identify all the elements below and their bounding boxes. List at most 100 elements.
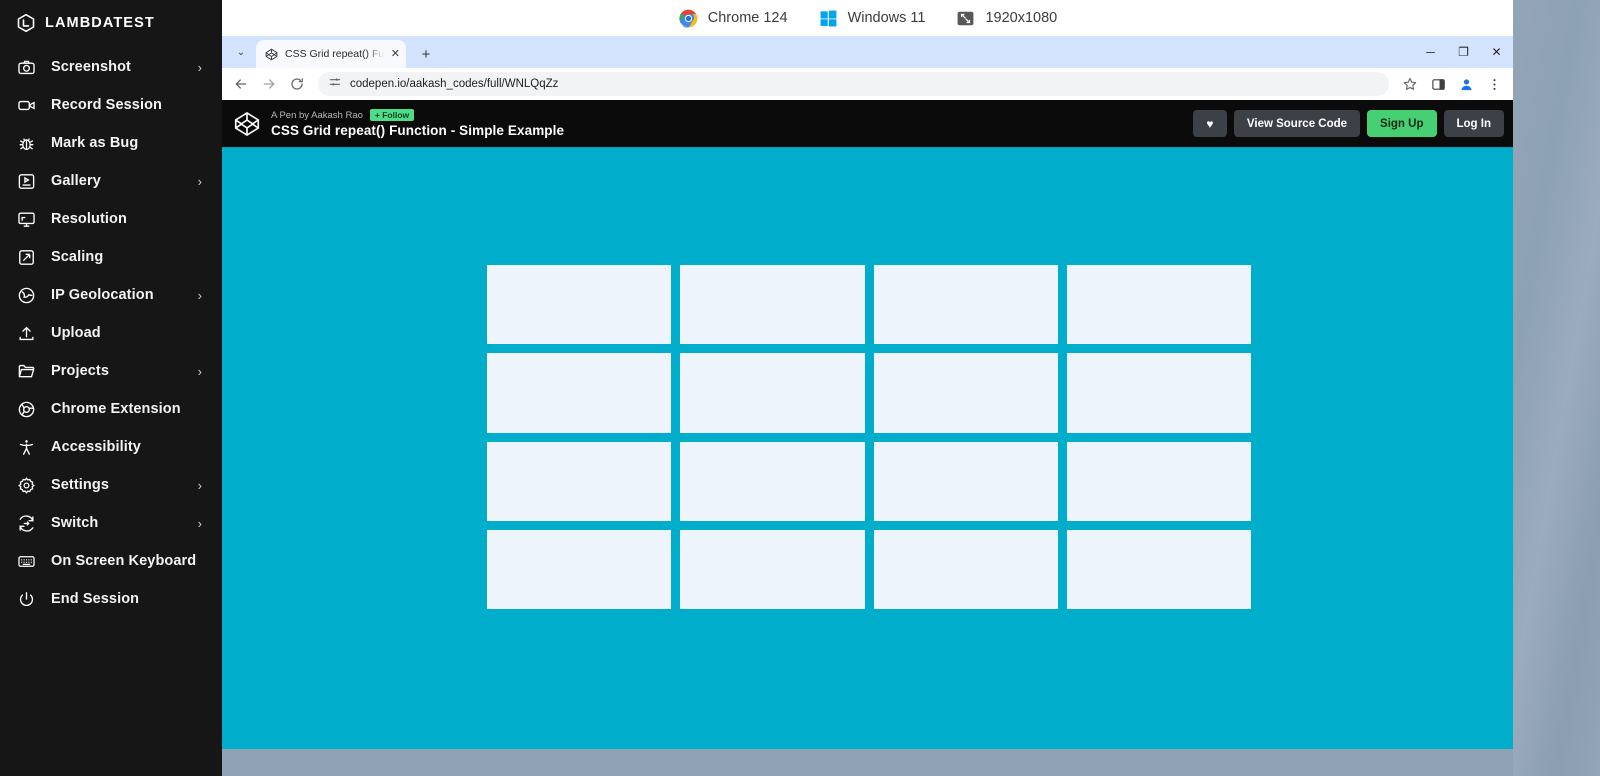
viewport-top-shadow (222, 147, 1513, 148)
pen-viewport (222, 147, 1513, 749)
sidebar-item-ip-geolocation[interactable]: IP Geolocation › (0, 276, 222, 314)
follow-button[interactable]: + Follow (369, 109, 415, 121)
sidebar-item-label: Projects (51, 363, 110, 379)
grid-cell (873, 441, 1058, 521)
sidebar-item-screenshot[interactable]: Screenshot › (0, 48, 222, 86)
sidebar-item-settings[interactable]: Settings › (0, 466, 222, 504)
sidebar-item-label: Record Session (51, 97, 162, 113)
sidebar-item-mark-as-bug[interactable]: Mark as Bug (0, 124, 222, 162)
sidebar-item-label: End Session (51, 591, 140, 607)
side-panel-icon[interactable] (1425, 71, 1451, 97)
sidebar-item-end-session[interactable]: End Session (0, 580, 222, 618)
accessibility-icon (16, 437, 37, 458)
bug-icon (16, 133, 37, 154)
sidebar-item-label: Upload (51, 325, 101, 341)
grid-cell (680, 265, 865, 345)
sidebar-item-on-screen-keyboard[interactable]: On Screen Keyboard (0, 542, 222, 580)
sidebar-item-scaling[interactable]: Scaling (0, 238, 222, 276)
keyboard-icon (16, 551, 37, 572)
session-info-bar: Chrome 124 Windows 11 1920x1080 (222, 0, 1513, 36)
bookmark-star-icon[interactable] (1397, 71, 1423, 97)
sidebar-item-switch[interactable]: Switch › (0, 504, 222, 542)
pen-meta: A Pen by Aakash Rao + Follow CSS Grid re… (271, 109, 564, 138)
back-button[interactable] (228, 71, 254, 97)
os-label: Windows 11 (847, 10, 926, 26)
sidebar-item-label: Accessibility (51, 439, 141, 455)
chevron-right-icon: › (197, 59, 202, 75)
chevron-right-icon: › (197, 477, 202, 493)
forward-button[interactable] (256, 71, 282, 97)
sidebar-nav: Screenshot › Record Session Mark as Bug … (0, 48, 222, 618)
grid-cell (1066, 265, 1251, 345)
sidebar-item-resolution[interactable]: Resolution (0, 200, 222, 238)
browser-menu-icon[interactable] (1481, 71, 1507, 97)
sidebar-item-accessibility[interactable]: Accessibility (0, 428, 222, 466)
lambdatest-logo-icon (16, 13, 36, 33)
site-settings-icon[interactable] (328, 75, 342, 94)
sign-up-button[interactable]: Sign Up (1367, 110, 1437, 137)
resolution-label: 1920x1080 (985, 10, 1058, 26)
os-info: Windows 11 (818, 8, 926, 29)
profile-avatar-icon[interactable] (1453, 71, 1479, 97)
love-button[interactable]: ♥ (1192, 110, 1227, 137)
close-window-button[interactable]: ✕ (1480, 36, 1513, 68)
windows-logo-icon (818, 8, 839, 29)
sidebar-item-label: IP Geolocation (51, 287, 154, 303)
grid-cell (1066, 529, 1251, 609)
grid-cell (873, 265, 1058, 345)
pen-byline: A Pen by Aakash Rao + Follow (271, 109, 564, 121)
view-source-code-button[interactable]: View Source Code (1233, 110, 1361, 137)
minimize-button[interactable]: ─ (1414, 36, 1447, 68)
sidebar-item-projects[interactable]: Projects › (0, 352, 222, 390)
sidebar-item-label: Scaling (51, 249, 104, 265)
resolution-info: 1920x1080 (955, 8, 1057, 29)
grid-cell (873, 529, 1058, 609)
tab-search-button[interactable]: ⌄ (228, 39, 254, 65)
chevron-right-icon: › (197, 363, 202, 379)
lambdatest-sidebar: LAMBDATEST Screenshot › Record Session M… (0, 0, 222, 776)
tab-strip: ⌄ CSS Grid repeat() Function - Si ✕ + ─ … (222, 36, 1513, 68)
sidebar-item-chrome-extension[interactable]: Chrome Extension (0, 390, 222, 428)
sidebar-item-record-session[interactable]: Record Session (0, 86, 222, 124)
log-in-button[interactable]: Log In (1443, 110, 1504, 137)
tab-title: CSS Grid repeat() Function - Si (285, 48, 384, 60)
pen-title: CSS Grid repeat() Function - Simple Exam… (271, 123, 565, 138)
sidebar-item-upload[interactable]: Upload (0, 314, 222, 352)
chevron-right-icon: › (197, 173, 202, 189)
grid-cell (487, 353, 672, 433)
grid-cell (873, 353, 1058, 433)
globe-icon (16, 285, 37, 306)
maximize-button[interactable]: ❐ (1447, 36, 1480, 68)
window-controls: ─ ❐ ✕ (1414, 36, 1513, 68)
codepen-logo-icon (234, 111, 260, 137)
switch-arrows-icon (16, 513, 37, 534)
sidebar-item-label: Switch (51, 515, 99, 531)
codepen-header: A Pen by Aakash Rao + Follow CSS Grid re… (222, 100, 1513, 147)
sidebar-item-label: Screenshot (51, 59, 131, 75)
sidebar-item-gallery[interactable]: Gallery › (0, 162, 222, 200)
new-tab-button[interactable]: + (414, 42, 438, 66)
browser-label: Chrome 124 (707, 10, 788, 26)
chevron-right-icon: › (197, 287, 202, 303)
codepen-actions: ♥ View Source Code Sign Up Log In (1192, 110, 1504, 137)
brand: LAMBDATEST (0, 6, 222, 40)
browser-tab[interactable]: CSS Grid repeat() Function - Si ✕ (256, 40, 406, 68)
brand-label: LAMBDATEST (45, 15, 155, 31)
address-bar[interactable]: codepen.io/aakash_codes/full/WNLQqZz (318, 72, 1389, 96)
upload-icon (16, 323, 37, 344)
tab-close-icon[interactable]: ✕ (391, 48, 400, 60)
browser-window: ⌄ CSS Grid repeat() Function - Si ✕ + ─ … (222, 36, 1513, 749)
camera-icon (16, 57, 37, 78)
grid-cell (487, 265, 672, 345)
sidebar-item-label: Settings (51, 477, 109, 493)
chevron-right-icon: › (197, 515, 202, 531)
gear-icon (16, 475, 37, 496)
sidebar-item-label: On Screen Keyboard (51, 553, 197, 569)
reload-button[interactable] (284, 71, 310, 97)
grid-cell (680, 441, 865, 521)
toolbar-right-actions (1397, 71, 1507, 97)
css-grid (487, 265, 1251, 609)
chrome-icon (16, 399, 37, 420)
codepen-favicon-icon (265, 48, 278, 61)
url-text: codepen.io/aakash_codes/full/WNLQqZz (350, 78, 559, 90)
